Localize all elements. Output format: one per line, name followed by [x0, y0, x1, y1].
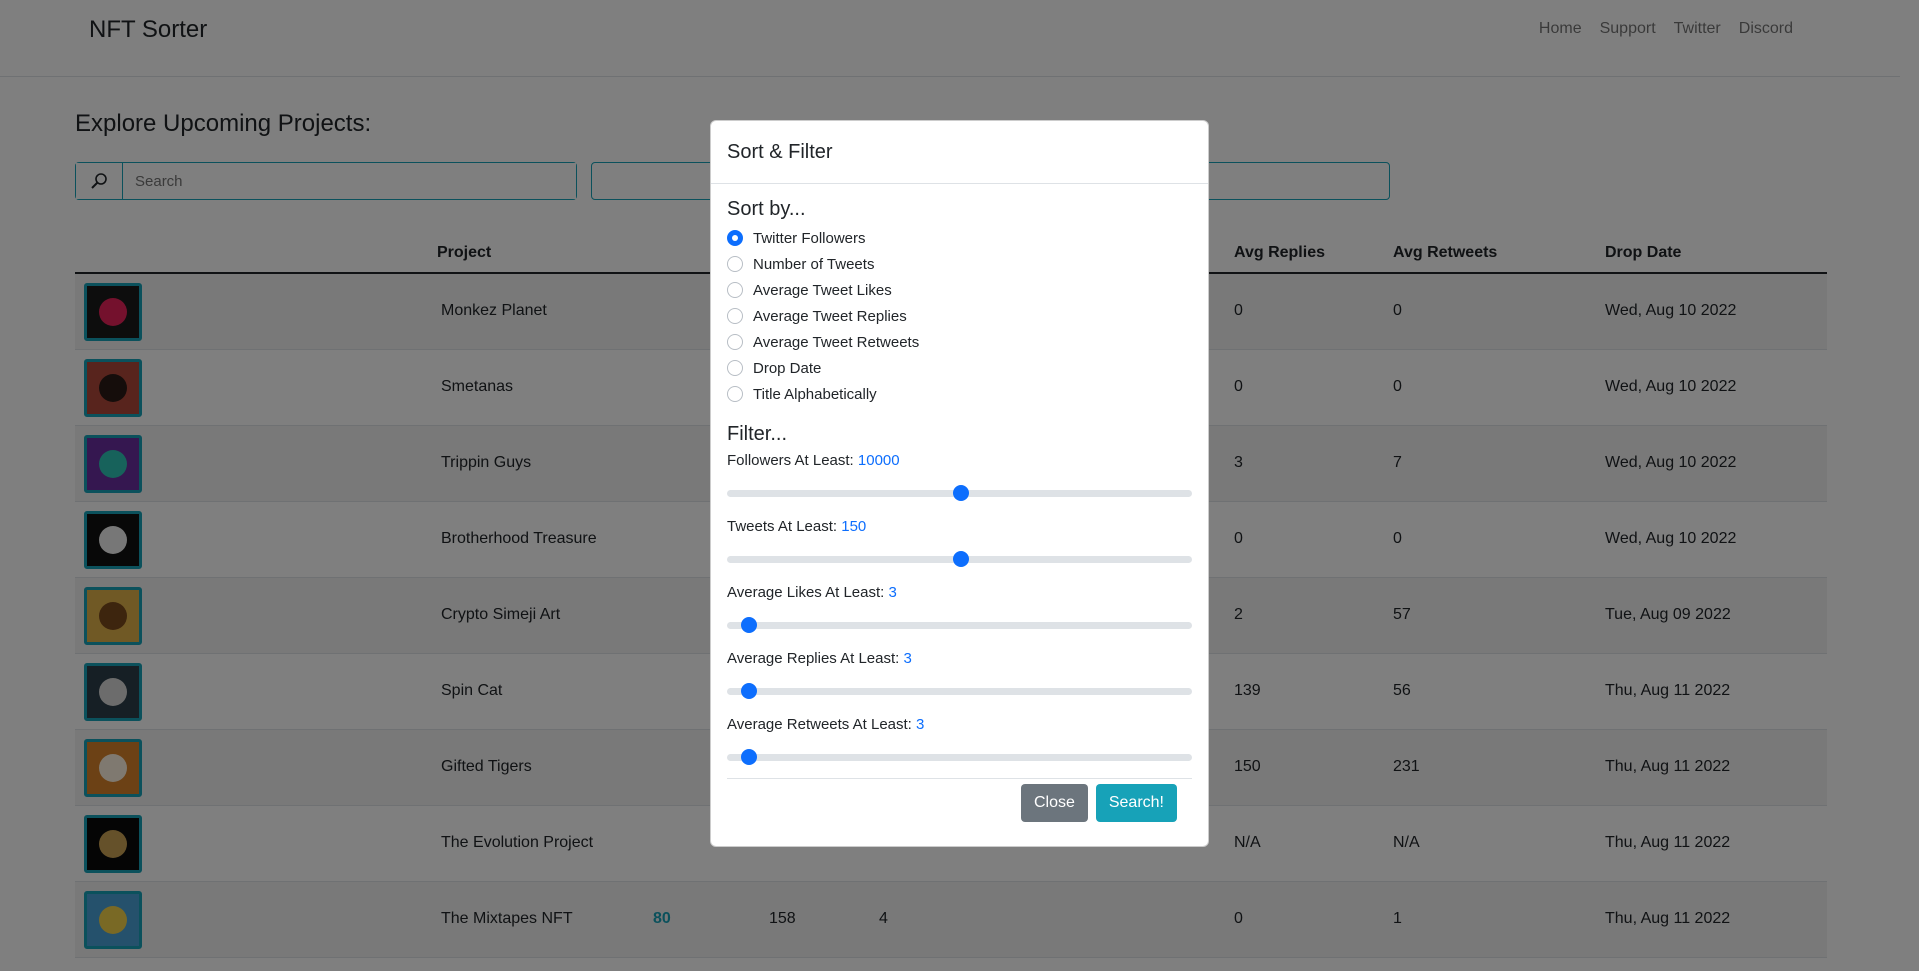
slider-thumb[interactable]: [952, 485, 969, 501]
filter-label-text: Average Retweets At Least:: [727, 716, 912, 733]
sort-heading: Sort by...: [727, 198, 806, 220]
filter-value: 3: [903, 650, 912, 667]
slider-thumb[interactable]: [740, 683, 757, 699]
filter-label: Average Likes At Least: 3: [727, 584, 1192, 606]
sort-option[interactable]: Title Alphabetically: [727, 381, 1192, 407]
slider-track[interactable]: [727, 622, 1192, 629]
sort-option[interactable]: Drop Date: [727, 355, 1192, 381]
filter-value: 150: [841, 518, 867, 535]
sort-options: Twitter Followers Number of Tweets Average…: [727, 225, 1192, 407]
sort-option-label: Title Alphabetically: [753, 385, 877, 403]
filter-slider[interactable]: [727, 474, 1192, 512]
filter-heading: Filter...: [727, 423, 788, 445]
slider-thumb[interactable]: [952, 551, 969, 567]
sort-option-label: Twitter Followers: [753, 229, 866, 247]
filter-label: Followers At Least: 10000: [727, 452, 1192, 474]
filter-slider[interactable]: [727, 606, 1192, 644]
filter-label: Average Retweets At Least: 3: [727, 716, 1192, 738]
search-submit-button[interactable]: Search!: [1095, 784, 1177, 822]
filter-slider[interactable]: [727, 540, 1192, 578]
sort-option-label: Drop Date: [753, 359, 822, 377]
filter-value: 10000: [857, 452, 900, 469]
sort-option-label: Average Tweet Likes: [753, 281, 892, 299]
filter-block: Followers At Least: 10000: [727, 452, 1192, 512]
modal-header: Sort & Filter: [711, 121, 1208, 184]
filter-label-text: Followers At Least:: [727, 452, 854, 469]
modal-title: Sort & Filter: [727, 140, 833, 163]
radio-button[interactable]: [727, 256, 743, 272]
radio-button[interactable]: [727, 360, 743, 376]
modal-body: Sort by... Twitter Followers Number of Tw…: [711, 184, 1208, 779]
filter-value: 3: [916, 716, 925, 733]
filter-label-text: Average Replies At Least:: [727, 650, 900, 667]
radio-button[interactable]: [727, 386, 743, 402]
sort-option[interactable]: Twitter Followers: [727, 225, 1192, 251]
filter-slider[interactable]: [727, 672, 1192, 710]
filter-label-text: Tweets At Least:: [727, 518, 838, 535]
sort-option-label: Number of Tweets: [753, 255, 875, 273]
sort-option[interactable]: Average Tweet Replies: [727, 303, 1192, 329]
slider-track[interactable]: [727, 688, 1192, 695]
close-button[interactable]: Close: [1020, 784, 1088, 822]
filters: Followers At Least: 10000 Tweets At Least…: [727, 452, 1192, 776]
filter-label-text: Average Likes At Least:: [727, 584, 885, 601]
sort-option[interactable]: Average Tweet Likes: [727, 277, 1192, 303]
filter-label: Average Replies At Least: 3: [727, 650, 1192, 672]
page: NFT Sorter Home Support Twitter Discord …: [0, 0, 1919, 971]
sort-option[interactable]: Number of Tweets: [727, 251, 1192, 277]
modal-footer: Close Search!: [711, 760, 1208, 846]
filter-label: Tweets At Least: 150: [727, 518, 1192, 540]
radio-button[interactable]: [727, 282, 743, 298]
filter-block: Average Replies At Least: 3: [727, 650, 1192, 710]
slider-thumb[interactable]: [740, 617, 757, 633]
radio-button[interactable]: [727, 230, 743, 246]
radio-button[interactable]: [727, 334, 743, 350]
filter-value: 3: [888, 584, 897, 601]
sort-filter-modal: Sort & Filter Sort by... Twitter Followe…: [710, 120, 1209, 847]
radio-button[interactable]: [727, 308, 743, 324]
sort-option-label: Average Tweet Retweets: [753, 333, 920, 351]
filter-block: Average Likes At Least: 3: [727, 584, 1192, 644]
sort-option[interactable]: Average Tweet Retweets: [727, 329, 1192, 355]
filter-block: Tweets At Least: 150: [727, 518, 1192, 578]
sort-option-label: Average Tweet Replies: [753, 307, 907, 325]
